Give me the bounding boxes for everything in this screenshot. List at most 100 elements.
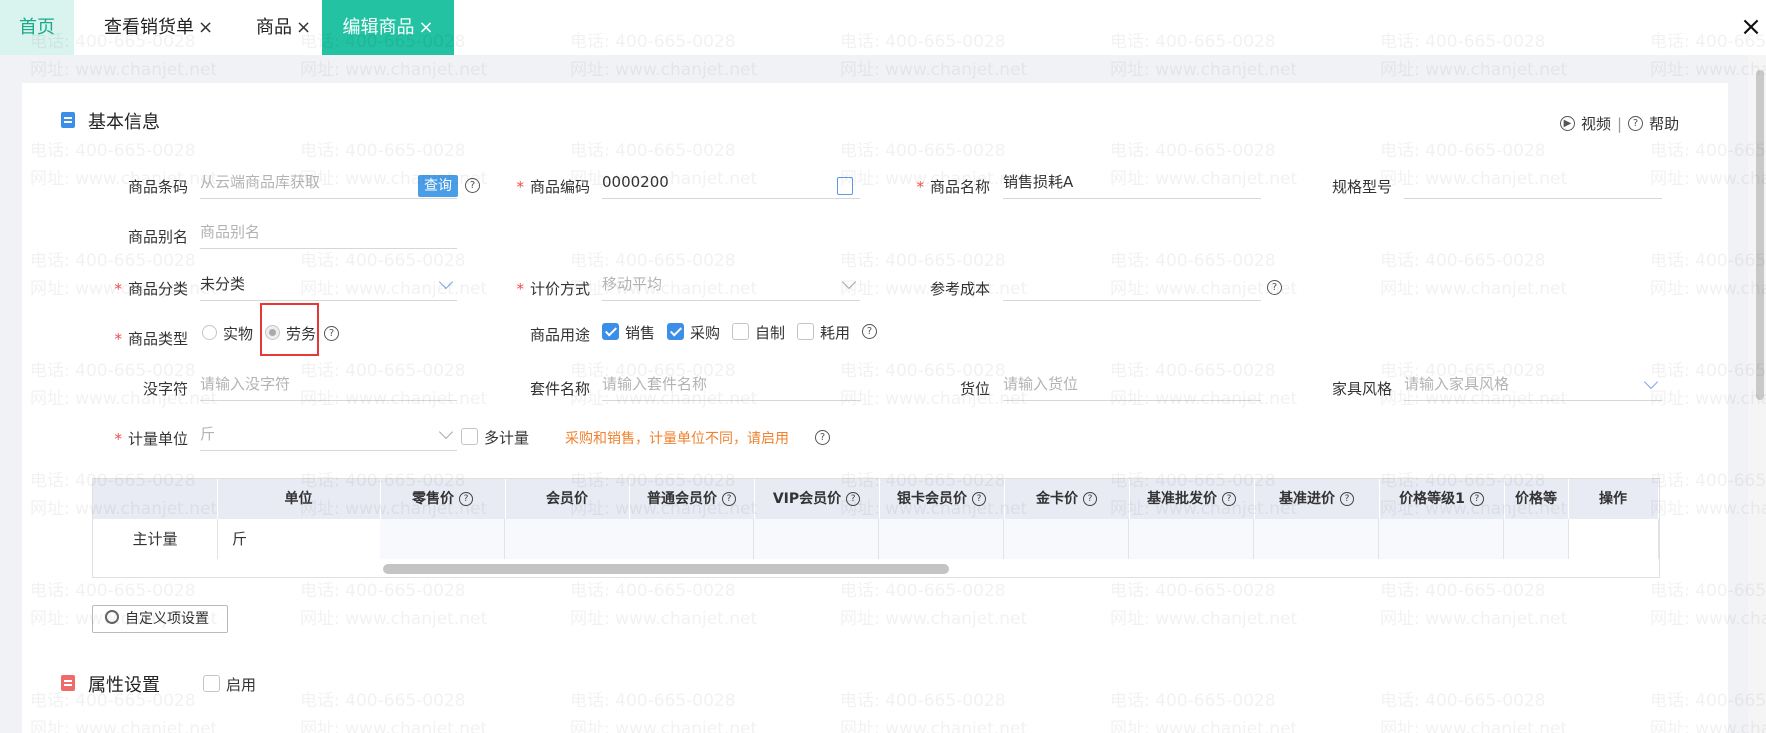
chevron-down-icon [438,424,454,440]
category-label: * 商品分类 [100,278,188,299]
code-label-text: 商品编码 [529,178,590,196]
pricing-select[interactable]: 移动平均 [602,270,860,301]
video-help-links: ▶ 视频 | ? 帮助 [1560,113,1679,134]
checkbox-consume-label: 耗用 [820,324,851,342]
cell-member[interactable] [505,519,630,559]
required-mark: * [114,430,122,448]
help-icon[interactable]: ? [1222,492,1236,506]
col-purchase: 基准进价? [1254,479,1380,519]
cell-vip[interactable] [754,519,879,559]
name-input[interactable]: 销售损耗A [1003,168,1261,199]
location-input[interactable]: 请输入货位 [1003,370,1261,401]
checkbox-enable-attributes[interactable] [203,675,220,692]
cell-silver[interactable] [879,519,1004,559]
category-label-text: 商品分类 [127,280,188,298]
col-vip-label: VIP会员价 [772,491,842,507]
code-input[interactable]: 0000200 [602,168,860,199]
name-label: * 商品名称 [910,176,990,197]
type-help-icon[interactable]: ? [324,326,339,341]
tab-home[interactable]: 首页 [0,0,74,55]
table-horizontal-scrollbar[interactable] [383,564,949,574]
help-link[interactable]: 帮助 [1649,113,1679,134]
cell-action[interactable] [1568,519,1659,559]
usage-help-icon[interactable]: ? [862,324,877,339]
type-label: * 商品类型 [100,328,188,349]
video-link[interactable]: 视频 [1581,113,1611,134]
cell-purchase[interactable] [1254,519,1379,559]
checkbox-sales[interactable] [602,323,619,340]
col-vip: VIP会员价? [754,479,880,519]
cell-gold[interactable] [1004,519,1129,559]
query-button[interactable]: 查询 [418,175,458,197]
cell-normal-member[interactable] [629,519,754,559]
col-silver-label: 银卡会员价 [897,491,967,507]
cell-wholesale[interactable] [1129,519,1254,559]
col-level1: 价格等级1? [1379,479,1505,519]
checkbox-multi-unit[interactable] [461,428,478,445]
col-gold: 金卡价? [1004,479,1130,519]
row-unit: 斤 [217,519,381,559]
close-icon[interactable]: × [296,17,311,38]
unit-select[interactable]: 斤 [200,420,457,451]
no-char-input[interactable]: 请输入没字符 [200,370,457,401]
style-label: 家具风格 [1331,380,1392,398]
help-icon[interactable]: ? [1340,492,1354,506]
col-wholesale-label: 基准批发价 [1147,491,1217,507]
play-icon: ▶ [1560,116,1575,131]
close-icon[interactable]: × [198,17,213,38]
kit-input[interactable]: 请输入套件名称 [602,370,860,401]
help-icon[interactable]: ? [459,492,473,506]
col-purchase-label: 基准进价 [1279,491,1335,507]
col-retail-label: 零售价 [412,491,454,507]
code-generator-icon[interactable] [837,177,853,195]
attribute-settings-icon [61,675,75,691]
help-icon[interactable]: ? [722,492,736,506]
ref-cost-input[interactable] [1003,270,1261,301]
checkbox-selfmade[interactable] [732,323,749,340]
checkbox-consume[interactable] [797,323,814,340]
custom-fields-button[interactable]: 自定义项设置 [92,605,228,633]
cell-level1[interactable] [1379,519,1504,559]
page-scrollbar-thumb[interactable] [1756,70,1764,400]
tab-goods-label: 商品 [256,17,292,38]
category-select[interactable]: 未分类 [200,270,457,301]
alias-input[interactable]: 商品别名 [200,218,457,249]
help-icon[interactable]: ? [972,492,986,506]
type-label-text: 商品类型 [127,330,188,348]
col-action: 操作 [1568,479,1659,519]
unit-label-text: 计量单位 [127,430,188,448]
help-icon[interactable]: ? [846,492,861,506]
unit-note: 采购和销售，计量单位不同，请启用 [565,431,789,447]
alias-placeholder: 商品别名 [200,223,261,241]
tab-edit-goods[interactable]: 编辑商品 × [322,0,454,55]
location-placeholder: 请输入货位 [1003,375,1079,393]
ref-cost-help-icon[interactable]: ? [1267,280,1282,295]
basic-info-icon [61,112,75,128]
tab-edit-label: 编辑商品 [342,17,415,38]
cell-retail[interactable] [380,519,505,559]
cell-level2[interactable] [1504,519,1569,559]
separator: | [1617,114,1623,133]
close-icon[interactable]: × [418,17,433,38]
help-icon[interactable]: ? [1083,492,1097,506]
col-unit: 单位 [217,479,381,519]
col-level1-label: 价格等级1 [1399,491,1465,507]
col-silver: 银卡会员价? [879,479,1005,519]
window-close-icon[interactable]: × [1740,12,1762,42]
barcode-placeholder: 从云端商品库获取 [200,173,321,191]
gear-icon [105,610,119,624]
col-normal-member-label: 普通会员价 [647,491,717,507]
barcode-help-icon[interactable]: ? [465,178,480,193]
checkbox-purchase[interactable] [667,323,684,340]
unit-help-icon[interactable]: ? [815,430,830,445]
tab-goods[interactable]: 商品 × [256,0,311,55]
style-select[interactable]: 请输入家具风格 [1404,370,1662,401]
tab-view-sales-order[interactable]: 查看销货单 × [104,0,213,55]
radio-physical[interactable] [202,325,217,340]
checkbox-sales-label: 销售 [625,324,656,342]
help-icon[interactable]: ? [1469,492,1484,506]
checkbox-selfmade-label: 自制 [755,324,786,342]
col-retail: 零售价? [380,479,506,519]
spec-input[interactable] [1404,168,1662,199]
required-mark: * [516,280,524,298]
